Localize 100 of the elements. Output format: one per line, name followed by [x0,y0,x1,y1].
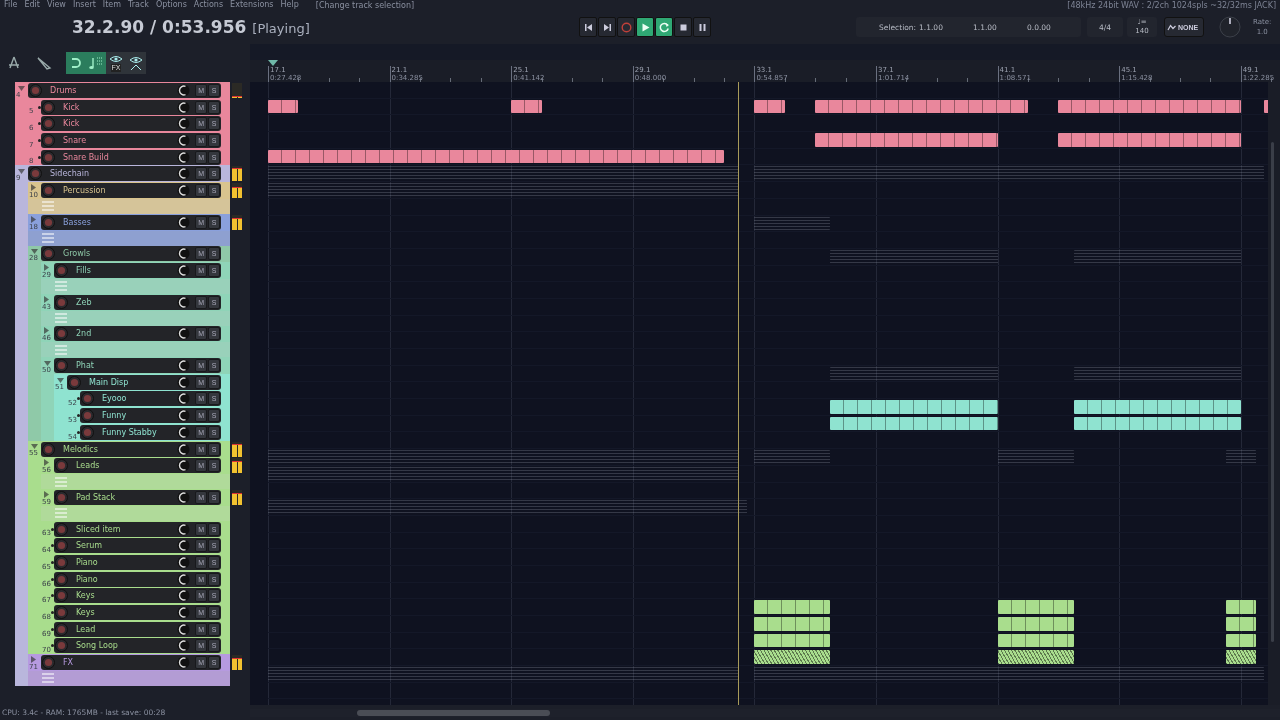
knob[interactable] [177,409,191,423]
record-arm-button[interactable] [42,215,55,229]
record-arm-button[interactable] [55,622,68,636]
record-arm-button[interactable] [29,83,42,97]
expand-arrow-icon[interactable] [44,490,49,498]
knob[interactable] [177,117,191,131]
record-arm-button[interactable] [42,656,55,670]
knob[interactable] [177,555,191,569]
knob[interactable] [177,392,191,406]
audio-region[interactable] [1225,650,1256,665]
record-arm-button[interactable] [55,539,68,553]
knob[interactable] [177,572,191,586]
knob[interactable] [177,264,191,278]
menu-item[interactable]: Extensions [230,0,274,10]
record-arm-button[interactable] [55,572,68,586]
expand-arrow-icon[interactable] [44,263,49,271]
record-arm-button[interactable] [55,264,68,278]
record-arm-button[interactable] [42,100,55,114]
record-arm-button[interactable] [29,167,42,181]
knob[interactable] [177,442,191,456]
menu-item[interactable]: Track [128,0,149,10]
midi-region[interactable] [1058,99,1241,114]
midi-region[interactable] [268,149,724,164]
knob[interactable] [177,459,191,473]
collapse-arrow-icon[interactable] [18,85,25,91]
knob[interactable] [1219,16,1241,38]
record-arm-button[interactable] [55,295,68,309]
snap-toggle[interactable] [66,52,86,74]
knob[interactable] [177,295,191,309]
next-button[interactable] [598,17,616,37]
record-arm-button[interactable] [55,589,68,603]
knob[interactable] [177,183,191,197]
record-arm-button[interactable] [55,359,68,373]
collapse-arrow-icon[interactable] [31,249,38,255]
midi-region[interactable] [815,99,1028,114]
knob[interactable] [177,606,191,620]
midi-region[interactable] [1073,416,1241,431]
knob[interactable] [177,622,191,636]
ruler-tool-icon[interactable] [36,55,52,71]
record-arm-button[interactable] [42,133,55,147]
record-arm-button[interactable] [42,117,55,131]
record-arm-button[interactable] [55,555,68,569]
audio-region[interactable] [997,650,1074,665]
menu-item[interactable]: Actions [193,0,224,10]
stop-button[interactable] [674,17,692,37]
expand-arrow-icon[interactable] [44,327,49,335]
midi-region[interactable] [268,99,299,114]
scrollbar-thumb[interactable] [357,709,550,716]
knob[interactable] [177,327,191,341]
knob[interactable] [177,639,191,653]
record-arm-button[interactable] [55,639,68,653]
record-arm-button[interactable] [55,459,68,473]
knob[interactable] [177,522,191,536]
knob[interactable] [177,83,191,97]
midi-region[interactable] [1225,617,1256,631]
midi-region[interactable] [997,633,1074,648]
record-arm-button[interactable] [42,247,55,261]
menu-item[interactable]: Help [280,0,299,10]
loop-button[interactable] [655,17,673,37]
midi-region[interactable] [830,416,998,431]
expand-arrow-icon[interactable] [31,655,36,663]
knob[interactable] [177,100,191,114]
expand-arrow-icon[interactable] [44,295,49,303]
audio-region[interactable] [754,650,831,665]
knob[interactable] [177,167,191,181]
play-button[interactable] [636,17,654,37]
record-arm-button[interactable] [55,606,68,620]
midi-region[interactable] [511,99,542,114]
knob[interactable] [177,247,191,261]
automation-view-toggle[interactable] [126,52,146,74]
collapse-arrow-icon[interactable] [44,360,51,366]
expand-arrow-icon[interactable] [31,215,36,223]
record-arm-button[interactable] [68,375,81,389]
midi-region[interactable] [754,633,831,648]
midi-region[interactable] [1225,633,1256,648]
record-arm-button[interactable] [81,425,94,439]
record-button[interactable] [617,17,635,37]
menu-item[interactable]: Item [102,0,122,10]
record-arm-button[interactable] [81,392,94,406]
knob[interactable] [177,150,191,164]
expand-arrow-icon[interactable] [31,183,36,191]
knob[interactable] [177,490,191,504]
knob[interactable] [177,359,191,373]
collapse-arrow-icon[interactable] [31,444,38,450]
pointer-tool-icon[interactable] [6,55,22,71]
knob[interactable] [177,589,191,603]
record-arm-button[interactable] [81,409,94,423]
record-arm-button[interactable] [42,183,55,197]
knob[interactable] [177,425,191,439]
knob[interactable] [177,375,191,389]
record-arm-button[interactable] [55,522,68,536]
record-arm-button[interactable] [55,327,68,341]
knob[interactable] [177,539,191,553]
record-arm-button[interactable] [42,442,55,456]
midi-region[interactable] [1225,600,1256,614]
menu-item[interactable]: Insert [72,0,96,10]
record-arm-button[interactable] [55,490,68,504]
collapse-arrow-icon[interactable] [57,377,64,383]
knob[interactable] [177,133,191,147]
expand-arrow-icon[interactable] [44,459,49,467]
